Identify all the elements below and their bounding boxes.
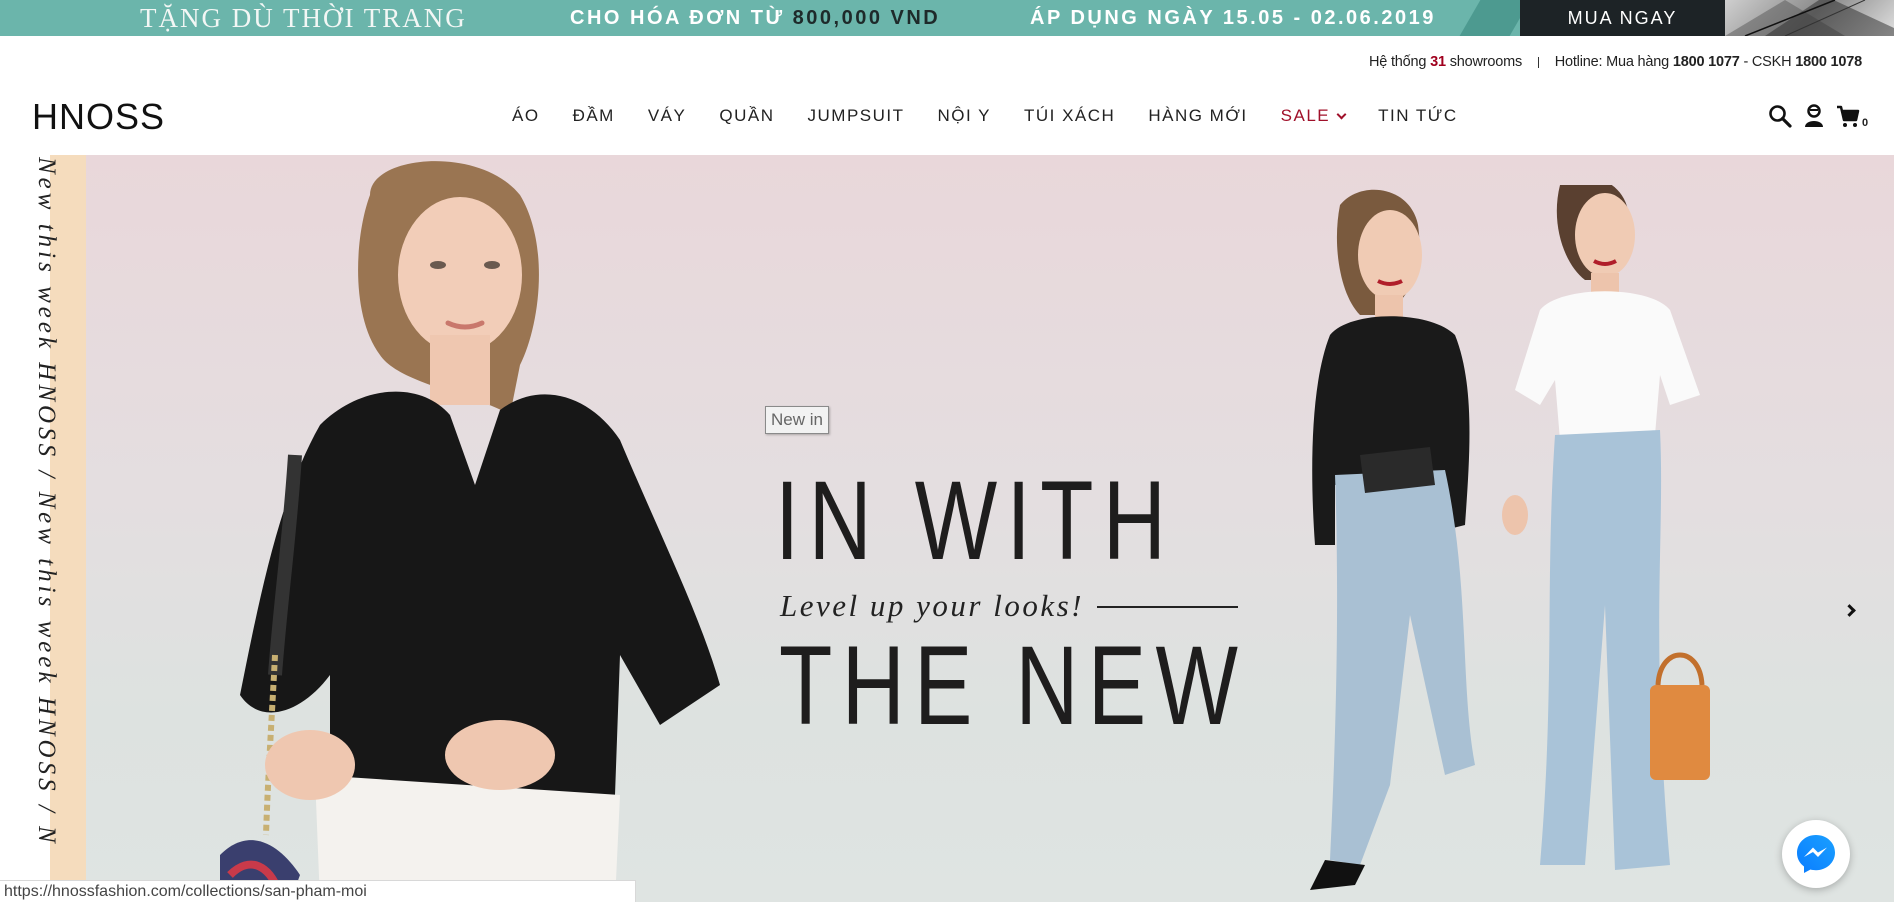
hotline-cskh-number[interactable]: 1800 1078 xyxy=(1795,54,1862,70)
hero-banner[interactable]: New this week HNOSS / New this week HNOS… xyxy=(0,155,1894,902)
site-logo[interactable]: HNOSS xyxy=(32,96,165,138)
hotline-buy-number[interactable]: 1800 1077 xyxy=(1673,54,1740,70)
promo-date-text: ÁP DỤNG NGÀY 15.05 - 02.06.2019 xyxy=(1030,7,1436,29)
nav-item-vay[interactable]: VÁY xyxy=(648,106,687,126)
hotline-label: Hotline: Mua hàng xyxy=(1554,54,1670,70)
vertical-tagline: New this week HNOSS / New this week HNOS… xyxy=(33,157,60,847)
nav-item-tin-tuc[interactable]: TIN TỨC xyxy=(1378,106,1457,126)
search-icon[interactable] xyxy=(1768,104,1792,133)
nav-item-ao[interactable]: ÁO xyxy=(512,106,540,126)
nav-item-hang-moi[interactable]: HÀNG MỚI xyxy=(1148,106,1247,126)
showroom-prefix: Hệ thống xyxy=(1369,54,1427,70)
chevron-down-icon xyxy=(1336,109,1347,120)
promo-gift-text: TẶNG DÙ THỜI TRANG xyxy=(140,3,467,33)
buy-now-button[interactable]: MUA NGAY xyxy=(1520,0,1725,36)
promo-order-text: CHO HÓA ĐƠN TỪ 800,000 VND xyxy=(570,7,940,30)
hero-tagline: Level up your looks! xyxy=(780,588,1084,623)
hero-headline-top: IN WITH xyxy=(775,458,1176,583)
nav-item-quan[interactable]: QUẦN xyxy=(719,106,774,126)
showroom-suffix[interactable]: showrooms xyxy=(1450,54,1523,70)
promo-order-amount: 800,000 VND xyxy=(792,7,941,29)
model-photo-right xyxy=(1310,185,1710,890)
promo-order-prefix: CHO HÓA ĐƠN TỪ xyxy=(570,7,785,29)
hero-headline-bottom: THE NEW xyxy=(779,623,1248,748)
main-nav: ÁO ĐẦM VÁY QUẦN JUMPSUIT NỘI Y TÚI XÁCH … xyxy=(512,106,1491,126)
messenger-icon xyxy=(1797,835,1835,873)
cskh-label: - CSKH xyxy=(1743,54,1792,70)
vertical-strip: New this week HNOSS / New this week HNOS… xyxy=(0,155,86,902)
contact-info: Hệ thống 31 showrooms Hotline: Mua hàng … xyxy=(1369,54,1862,70)
nav-item-dam[interactable]: ĐẦM xyxy=(573,106,615,126)
nav-item-noi-y[interactable]: NỘI Y xyxy=(938,106,991,126)
messenger-chat-button[interactable] xyxy=(1782,820,1850,888)
nav-item-jumpsuit[interactable]: JUMPSUIT xyxy=(808,106,905,126)
cart-count-badge: 0 xyxy=(1862,116,1869,129)
showroom-count[interactable]: 31 xyxy=(1430,54,1446,70)
umbrella-image xyxy=(1725,0,1894,36)
new-in-badge: New in xyxy=(765,406,829,434)
promo-banner[interactable]: TẶNG DÙ THỜI TRANG CHO HÓA ĐƠN TỪ 800,00… xyxy=(0,0,1894,36)
cart-icon[interactable] xyxy=(1836,104,1860,133)
nav-item-sale[interactable]: SALE xyxy=(1280,106,1347,126)
info-separator xyxy=(1537,56,1539,68)
nav-item-sale-label: SALE xyxy=(1280,106,1331,125)
model-photo-left xyxy=(220,161,720,902)
nav-item-tui-xach[interactable]: TÚI XÁCH xyxy=(1024,106,1115,126)
slider-next-arrow[interactable] xyxy=(1838,595,1860,625)
status-url-bar: https://hnossfashion.com/collections/san… xyxy=(0,880,636,902)
account-icon[interactable] xyxy=(1804,104,1824,133)
header-icons: 0 xyxy=(1768,104,1868,133)
chevron-right-icon xyxy=(1842,603,1856,617)
tagline-rule xyxy=(1097,606,1238,608)
